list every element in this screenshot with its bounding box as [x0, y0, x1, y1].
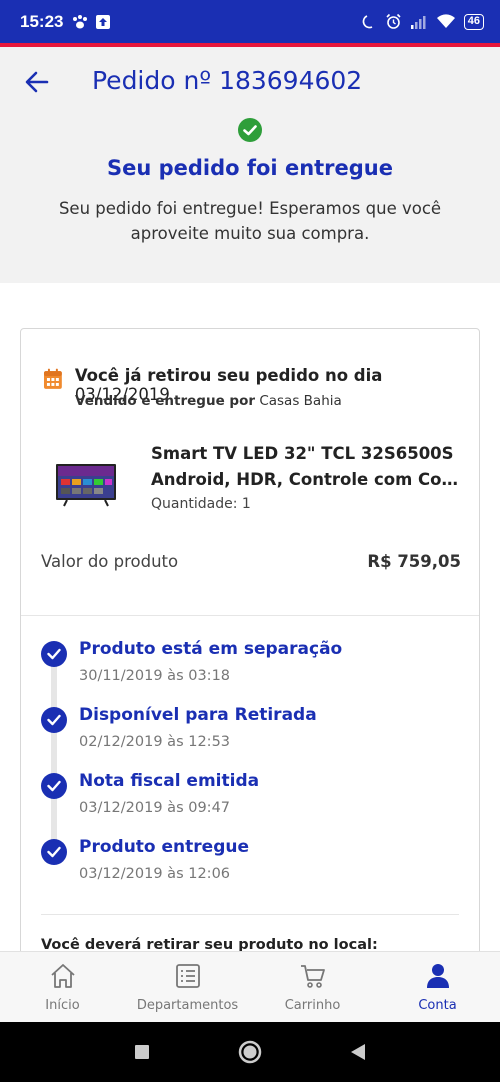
back-button[interactable] — [22, 69, 52, 95]
timeline-step-title: Nota fiscal emitida — [79, 771, 260, 791]
product-quantity: Quantidade: 1 — [151, 496, 251, 512]
arrow-left-icon — [25, 71, 49, 93]
check-icon — [41, 707, 67, 733]
system-navigation-bar — [0, 1022, 500, 1082]
bottom-navigation: Início Departamentos Carrinho Conta — [0, 951, 500, 1022]
battery-icon: 46 — [463, 13, 484, 30]
price-value: R$ 759,05 — [367, 552, 461, 571]
check-icon — [41, 641, 67, 667]
timeline-step-date: 30/11/2019 às 03:18 — [79, 668, 231, 684]
status-time: 15:23 — [20, 11, 64, 31]
timeline-step-title: Disponível para Retirada — [79, 705, 317, 725]
recents-button[interactable] — [128, 1038, 156, 1066]
signal-icon — [410, 15, 428, 29]
order-details: Você já retirou seu pedido no dia 03/12/… — [0, 283, 500, 951]
tv-image — [56, 464, 116, 507]
user-icon — [426, 964, 449, 988]
divider — [41, 914, 459, 915]
paw-icon — [71, 14, 89, 30]
home-icon — [50, 964, 75, 988]
check-icon — [41, 839, 67, 865]
cart-icon — [300, 965, 325, 988]
sold-by-label: Vendido e entregue por — [75, 393, 256, 409]
nav-label: Conta — [418, 998, 457, 1013]
circle-icon — [238, 1040, 262, 1064]
nav-carrinho[interactable]: Carrinho — [250, 952, 375, 1022]
alarm-icon — [385, 13, 402, 30]
home-button[interactable] — [236, 1038, 264, 1066]
pickup-location-heading: Você deverá retirar seu produto no local… — [41, 937, 378, 951]
wifi-icon — [436, 14, 456, 29]
nav-label: Departamentos — [136, 998, 239, 1013]
price-label: Valor do produto — [41, 552, 179, 571]
nav-inicio[interactable]: Início — [0, 952, 125, 1022]
product-name-line2: Android, HDR, Controle com Coma... — [151, 470, 461, 489]
calendar-icon — [43, 368, 62, 389]
price-row: Valor do produto R$ 759,05 — [41, 552, 461, 571]
timeline-step-title: Produto entregue — [79, 837, 249, 857]
status-bar: 15:23 46 — [0, 0, 500, 43]
nav-conta[interactable]: Conta — [375, 952, 500, 1022]
timeline-step: Nota fiscal emitida 03/12/2019 às 09:47 — [41, 771, 461, 831]
square-icon — [135, 1045, 149, 1059]
timeline-step: Disponível para Retirada 02/12/2019 às 1… — [41, 705, 461, 765]
sold-by: Vendido e entregue por Casas Bahia — [75, 393, 342, 409]
nav-label: Início — [45, 998, 80, 1013]
seller-name: Casas Bahia — [259, 393, 342, 409]
pickup-label: Você já retirou seu pedido no dia — [74, 366, 383, 385]
delivered-title: Seu pedido foi entregue — [106, 156, 394, 180]
delivered-subtitle: Seu pedido foi entregue! Esperamos que v… — [58, 199, 442, 243]
product-name-line1: Smart TV LED 32" TCL 32S6500S — [151, 444, 454, 463]
upload-icon — [95, 14, 111, 30]
timeline-step-date: 03/12/2019 às 12:06 — [79, 866, 231, 882]
timeline-step-date: 03/12/2019 às 09:47 — [79, 800, 231, 816]
timeline-step-title: Produto está em separação — [79, 639, 343, 659]
timeline-step: Produto está em separação 30/11/2019 às … — [41, 639, 461, 699]
timeline-step: Produto entregue 03/12/2019 às 12:06 — [41, 837, 461, 897]
moon-icon — [361, 14, 377, 30]
triangle-back-icon — [351, 1044, 365, 1060]
check-circle-icon — [238, 118, 262, 142]
nav-label: Carrinho — [284, 998, 341, 1013]
nav-departamentos[interactable]: Departamentos — [125, 952, 250, 1022]
product-name: Smart TV LED 32" TCL 32S6500S Android, H… — [151, 441, 461, 493]
page-title: Pedido nº 183694602 — [92, 66, 363, 95]
divider — [21, 615, 479, 616]
back-system-button[interactable] — [344, 1038, 372, 1066]
order-header: Pedido nº 183694602 Seu pedido foi entre… — [0, 47, 500, 283]
check-icon — [41, 773, 67, 799]
order-card: Você já retirou seu pedido no dia 03/12/… — [20, 328, 480, 951]
timeline-step-date: 02/12/2019 às 12:53 — [79, 734, 231, 750]
list-icon — [175, 964, 200, 988]
